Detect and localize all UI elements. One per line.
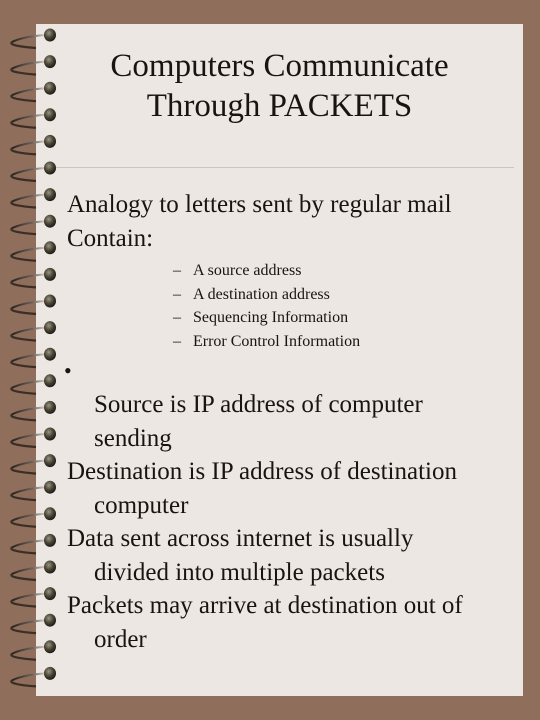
- spiral-ring: [10, 241, 56, 262]
- spiral-ring: [10, 480, 56, 502]
- binding-hole: [44, 507, 56, 521]
- spiral-ring: [10, 214, 56, 236]
- spiral-ring: [10, 560, 56, 582]
- spiral-ring: [10, 294, 56, 316]
- point-source-line2: sending: [94, 424, 172, 452]
- binding-hole: [44, 241, 56, 255]
- spiral-ring: [10, 188, 56, 209]
- binding-hole: [44, 214, 56, 228]
- spiral-ring: [10, 640, 56, 661]
- point-destination-line2: computer: [94, 491, 189, 519]
- binding-hole: [44, 640, 56, 654]
- point-source-line1: Source is IP address of computer: [94, 391, 423, 418]
- dash-icon: –: [173, 332, 181, 350]
- intro-text: Analogy to letters sent by regular mail …: [67, 188, 517, 256]
- binding-hole: [44, 267, 56, 281]
- spiral-ring: [10, 507, 56, 528]
- list-item: – Sequencing Information: [173, 306, 360, 330]
- intro-line-analogy: Analogy to letters sent by regular mail: [67, 191, 452, 218]
- bullet-icon: •: [64, 358, 72, 383]
- list-item: – Error Control Information: [173, 330, 360, 354]
- spiral-ring: [10, 161, 56, 183]
- spiral-ring: [10, 267, 56, 289]
- point-order-line1: Packets may arrive at destination out of: [67, 592, 463, 619]
- point-data-line2: divided into multiple packets: [94, 558, 385, 586]
- spiral-ring: [10, 400, 56, 422]
- spiral-ring: [10, 134, 56, 156]
- binding-hole: [44, 480, 56, 494]
- spiral-ring: [10, 374, 56, 395]
- contents-list: – A source address – A destination address…: [173, 259, 360, 353]
- binding-hole: [44, 374, 56, 388]
- point-order-line2: order: [94, 625, 147, 653]
- binding-hole: [44, 427, 56, 441]
- dash-icon: –: [173, 262, 181, 279]
- spiral-ring: [10, 347, 56, 369]
- binding-hole: [44, 294, 56, 308]
- title-divider: [56, 167, 514, 168]
- binding-hole: [44, 134, 56, 148]
- binding-hole: [44, 666, 56, 680]
- spiral-ring: [10, 427, 56, 449]
- binding-hole: [44, 454, 56, 468]
- dash-icon: –: [173, 285, 181, 303]
- title-line-1: Computers Communicate: [110, 48, 449, 84]
- binding-hole: [44, 533, 56, 547]
- packet-points: Source is IP address of computer sending…: [67, 388, 517, 656]
- binding-hole: [44, 587, 56, 601]
- binding-hole: [44, 188, 56, 202]
- binding-hole: [44, 347, 56, 361]
- spiral-ring: [10, 613, 56, 635]
- spiral-ring: [10, 587, 56, 608]
- binding-hole: [44, 400, 56, 414]
- binding-hole: [44, 28, 56, 42]
- dash-icon: –: [173, 309, 181, 326]
- spiral-ring: [10, 321, 56, 342]
- binding-hole: [44, 321, 56, 335]
- intro-line-contain: Contain:: [67, 225, 154, 252]
- list-item: – A destination address: [173, 283, 360, 307]
- point-destination-line1: Destination is IP address of destination: [67, 458, 457, 485]
- spiral-ring: [10, 454, 56, 475]
- binding-hole: [44, 613, 56, 627]
- slide-title: Computers Communicate Through PACKETS: [36, 46, 523, 126]
- binding-hole: [44, 161, 56, 175]
- binding-hole: [44, 560, 56, 574]
- list-item: – A source address: [173, 259, 360, 283]
- spiral-ring: [10, 533, 56, 555]
- spiral-ring: [10, 666, 56, 688]
- title-line-2: Through PACKETS: [146, 88, 413, 124]
- point-data-line1: Data sent across internet is usually: [67, 525, 414, 552]
